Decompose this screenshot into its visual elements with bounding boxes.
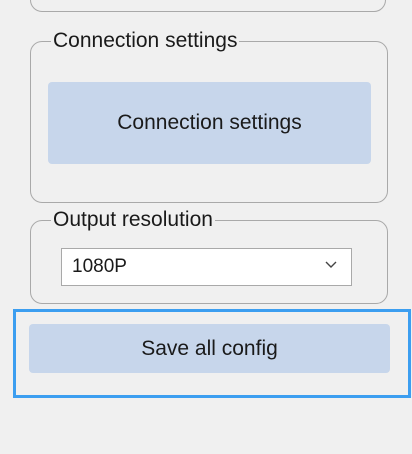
previous-group-box <box>30 0 386 12</box>
connection-settings-button-label: Connection settings <box>117 111 302 134</box>
save-all-config-label: Save all config <box>141 336 278 360</box>
save-all-config-button[interactable]: Save all config <box>29 324 390 373</box>
connection-settings-legend: Connection settings <box>51 28 240 54</box>
connection-settings-button[interactable]: Connection settings <box>48 82 371 164</box>
output-resolution-legend: Output resolution <box>51 207 215 233</box>
output-resolution-value: 1080P <box>72 256 127 277</box>
chevron-down-icon <box>325 261 337 268</box>
output-resolution-select[interactable]: 1080P <box>61 248 352 286</box>
